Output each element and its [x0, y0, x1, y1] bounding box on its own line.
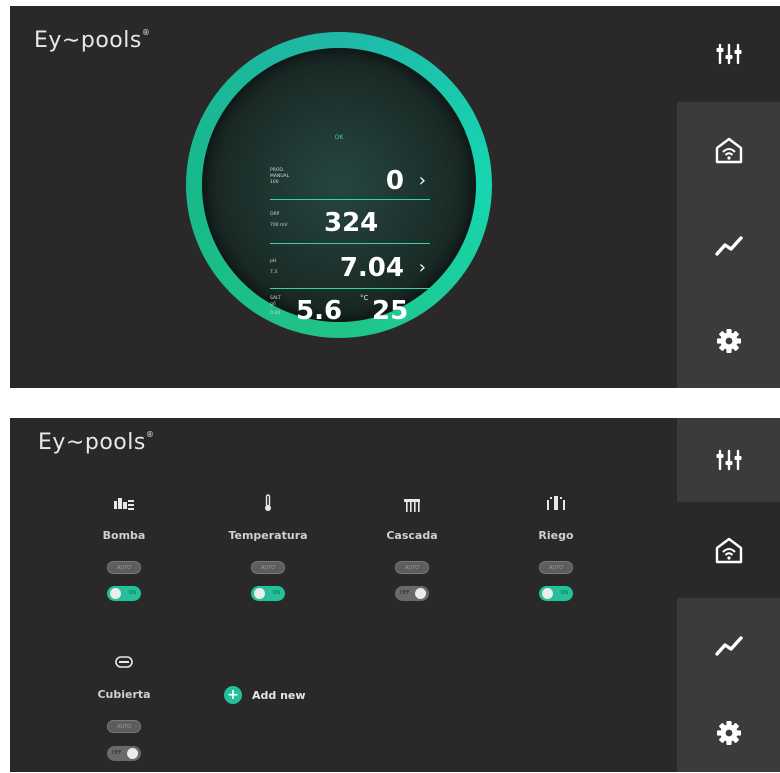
- production-row[interactable]: PROD. MANUAL 100 0 ›: [270, 166, 430, 196]
- chart-icon: [714, 636, 743, 656]
- device-cascada: Cascada AUTO OFF: [352, 418, 472, 618]
- divider: [270, 288, 430, 289]
- toggle-knob: [110, 588, 121, 599]
- devices-panel: Ey∼pools® Bomba AUTO ON Temperatura AUTO…: [10, 418, 780, 772]
- device-name: Cubierta: [97, 688, 151, 701]
- gauge-face: OK PROD. MANUAL 100 0 › ORP 700 mV 324 p…: [202, 48, 476, 326]
- toggle-state-label: ON: [272, 590, 280, 596]
- app-logo: Ey∼pools®: [34, 28, 151, 53]
- sidebar: [677, 418, 780, 772]
- ph-value: 7.04: [339, 253, 404, 283]
- device-riego: Riego AUTO ON: [496, 418, 616, 618]
- add-new-device-button[interactable]: + Add new: [224, 686, 306, 704]
- gear-icon: [716, 329, 741, 353]
- sidebar-item-settings-sliders[interactable]: [677, 418, 780, 502]
- device-cubierta: Cubierta AUTO OFF: [64, 618, 184, 768]
- device-name: Riego: [538, 529, 574, 542]
- gear-icon: [716, 721, 741, 745]
- auto-mode-button[interactable]: AUTO: [107, 561, 141, 574]
- dashboard-panel: Ey∼pools® OK PROD. MANUAL 100 0 › ORP 70…: [10, 6, 780, 388]
- power-toggle[interactable]: ON: [251, 586, 285, 601]
- device-name: Bomba: [102, 529, 146, 542]
- divider: [270, 243, 430, 244]
- sidebar-item-home[interactable]: [677, 102, 780, 198]
- auto-mode-button[interactable]: AUTO: [395, 561, 429, 574]
- chart-icon: [714, 236, 743, 256]
- production-label: PROD. MANUAL 100: [270, 168, 290, 185]
- sprinkler-icon: [546, 494, 566, 514]
- sliders-icon: [716, 43, 741, 65]
- home-wifi-icon: [715, 537, 742, 564]
- auto-mode-button[interactable]: AUTO: [107, 720, 141, 733]
- sidebar-item-settings[interactable]: [677, 694, 780, 772]
- chevron-right-icon[interactable]: ›: [419, 170, 426, 191]
- toggle-state-label: ON: [560, 590, 568, 596]
- divider: [270, 199, 430, 200]
- temperature-value: 25: [372, 296, 409, 326]
- toggle-knob: [542, 588, 553, 599]
- pool-cover-icon: [115, 654, 133, 673]
- toggle-state-label: OFF: [400, 590, 410, 596]
- ph-row[interactable]: pH 7.3 7.04 ›: [270, 251, 430, 285]
- toggle-state-label: ON: [128, 590, 136, 596]
- temperature-unit: °C: [360, 294, 369, 302]
- toggle-knob: [127, 748, 138, 759]
- orp-label: ORP 700 mV: [270, 212, 288, 228]
- salt-value: 5.6: [296, 296, 343, 326]
- production-value: 0: [385, 166, 404, 196]
- sidebar-item-settings-sliders[interactable]: [677, 6, 780, 102]
- sidebar: [677, 6, 780, 388]
- toggle-knob: [415, 588, 426, 599]
- home-wifi-icon: [715, 137, 742, 164]
- power-toggle[interactable]: OFF: [107, 746, 141, 761]
- toggle-knob: [254, 588, 265, 599]
- orp-row: ORP 700 mV 324: [270, 208, 430, 238]
- device-temperatura: Temperatura AUTO ON: [208, 418, 328, 618]
- toggle-state-label: OFF: [112, 750, 122, 756]
- sliders-icon: [716, 449, 741, 471]
- sidebar-item-statistics[interactable]: [677, 198, 780, 294]
- device-name: Temperatura: [228, 529, 308, 542]
- sidebar-item-statistics[interactable]: [677, 598, 780, 694]
- device-bomba: Bomba AUTO ON: [64, 418, 184, 618]
- orp-value: 324: [324, 208, 379, 238]
- thermometer-icon: [263, 494, 273, 516]
- plus-icon: +: [224, 686, 242, 704]
- auto-mode-button[interactable]: AUTO: [251, 561, 285, 574]
- device-name: Cascada: [386, 529, 438, 542]
- power-toggle[interactable]: OFF: [395, 586, 429, 601]
- sidebar-item-home[interactable]: [677, 502, 780, 598]
- power-toggle[interactable]: ON: [539, 586, 573, 601]
- ph-label: pH 7.3: [270, 259, 278, 275]
- status-ok-label: OK: [334, 134, 344, 141]
- salt-label: SALT g/l 0-10: [270, 296, 281, 316]
- add-new-label: Add new: [252, 688, 306, 702]
- waterfall-icon: [404, 498, 420, 517]
- auto-mode-button[interactable]: AUTO: [539, 561, 573, 574]
- sidebar-item-settings[interactable]: [677, 294, 780, 388]
- salt-temperature-row: SALT g/l 0-10 5.6 °C 25: [270, 294, 430, 330]
- power-toggle[interactable]: ON: [107, 586, 141, 601]
- pump-icon: [113, 496, 135, 515]
- water-status-gauge: OK PROD. MANUAL 100 0 › ORP 700 mV 324 p…: [186, 32, 492, 338]
- chevron-right-icon[interactable]: ›: [419, 257, 426, 278]
